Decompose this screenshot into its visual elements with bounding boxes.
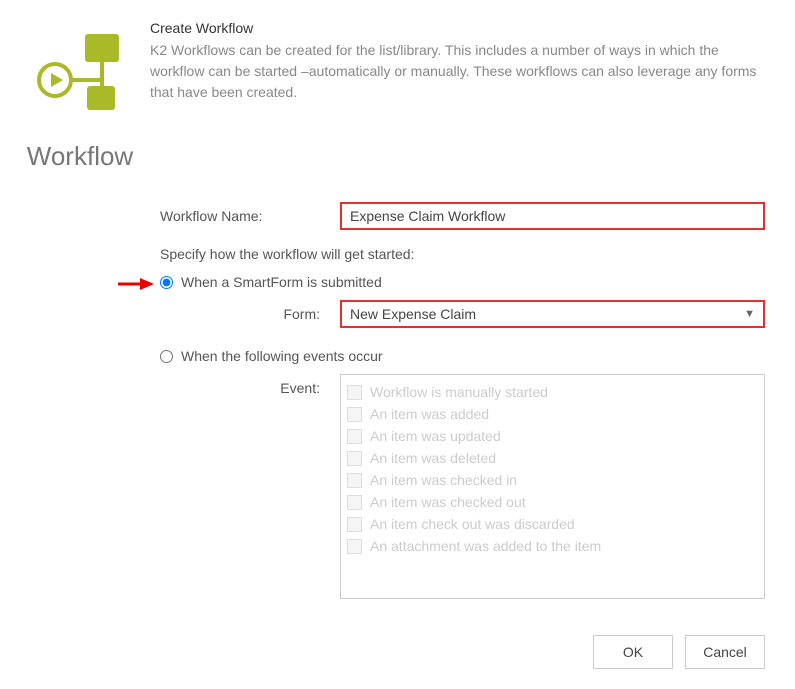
- page-description: K2 Workflows can be created for the list…: [150, 40, 765, 103]
- event-checkbox: [347, 451, 362, 466]
- event-item: An item was checked out: [347, 491, 764, 513]
- event-checkbox: [347, 385, 362, 400]
- event-label: Event:: [160, 374, 340, 396]
- arrow-annotation-icon: [116, 276, 156, 295]
- events-radio-label: When the following events occur: [181, 348, 383, 364]
- event-item: An attachment was added to the item: [347, 535, 764, 557]
- event-item: An item check out was discarded: [347, 513, 764, 535]
- events-radio[interactable]: [160, 350, 173, 363]
- event-item: An item was updated: [347, 425, 764, 447]
- event-item-label: An attachment was added to the item: [370, 538, 601, 554]
- workflow-name-label: Workflow Name:: [160, 208, 340, 224]
- smartform-radio-label: When a SmartForm is submitted: [181, 274, 382, 290]
- event-item-label: An item was deleted: [370, 450, 496, 466]
- event-checkbox: [347, 539, 362, 554]
- event-item-label: An item was checked out: [370, 494, 526, 510]
- event-item-label: An item was updated: [370, 428, 501, 444]
- event-item: Workflow is manually started: [347, 381, 764, 403]
- event-item: An item was checked in: [347, 469, 764, 491]
- event-checkbox: [347, 407, 362, 422]
- ok-button[interactable]: OK: [593, 635, 673, 669]
- event-checkbox: [347, 429, 362, 444]
- smartform-radio[interactable]: [160, 276, 173, 289]
- event-checkbox: [347, 495, 362, 510]
- section-title: Workflow: [10, 141, 150, 172]
- event-item-label: An item was checked in: [370, 472, 517, 488]
- event-checkbox: [347, 517, 362, 532]
- event-item-label: An item was added: [370, 406, 489, 422]
- form-label: Form:: [160, 306, 340, 322]
- event-checkbox: [347, 473, 362, 488]
- page-header: Create Workflow: [150, 20, 765, 36]
- form-dropdown-value: New Expense Claim: [350, 306, 476, 322]
- event-item: An item was deleted: [347, 447, 764, 469]
- chevron-down-icon: ▼: [744, 308, 755, 320]
- workflow-icon: [25, 117, 135, 133]
- event-item-label: Workflow is manually started: [370, 384, 548, 400]
- event-item-label: An item check out was discarded: [370, 516, 575, 532]
- cancel-button[interactable]: Cancel: [685, 635, 765, 669]
- workflow-name-input[interactable]: [340, 202, 765, 230]
- event-listbox[interactable]: Workflow is manually started An item was …: [340, 374, 765, 599]
- start-method-label: Specify how the workflow will get starte…: [160, 246, 765, 262]
- event-item: An item was added: [347, 403, 764, 425]
- form-dropdown[interactable]: New Expense Claim ▼: [340, 300, 765, 328]
